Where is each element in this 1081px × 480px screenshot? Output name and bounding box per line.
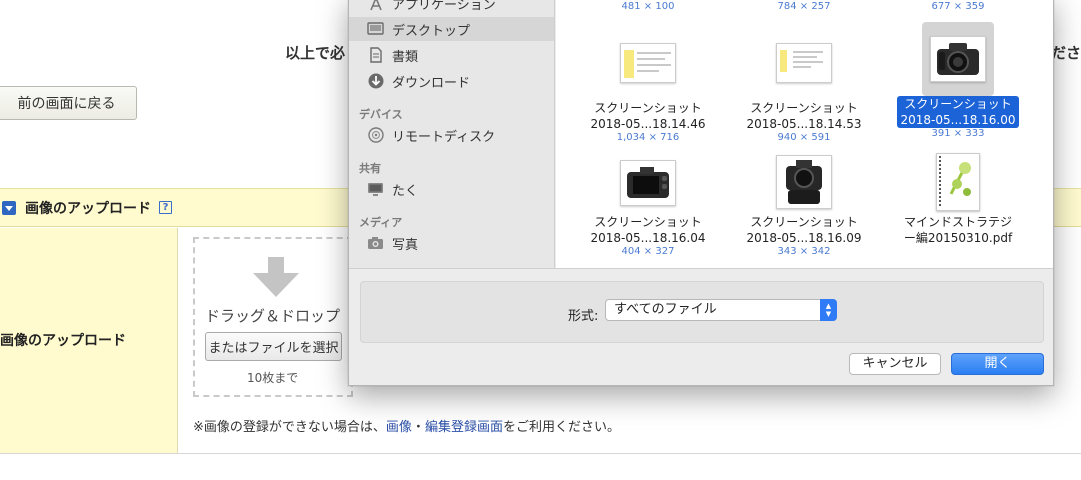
file-dimensions: 784 × 257 [777,1,831,12]
page-heading: 以上で必 [285,44,346,62]
page-heading-tail: ださ [1051,44,1081,62]
file-dimensions: 677 × 359 [931,1,985,12]
edit-register-link[interactable]: 編集登録画面 [425,420,503,435]
computer-icon [367,182,384,197]
dialog-footer: 形式: すべてのファイル ▲ ▼ キャンセル 開く [349,268,1053,385]
image-link[interactable]: 画像 [386,420,412,435]
sidebar-item-label: たく [392,183,419,199]
open-button[interactable]: 開く [951,353,1044,375]
sidebar-item-label: アプリケーション [392,0,496,13]
camera-photo-thumbnail-icon [930,36,986,82]
camera-photo-thumbnail-icon [620,160,676,206]
collapse-toggle-icon[interactable] [2,200,16,215]
file-item[interactable]: スクリーンショット 2018-05...18.14.46 1,034 × 716 [578,28,718,144]
sidebar-item-remote-disc[interactable]: リモートディスク [349,123,554,147]
note-prefix: ※画像の登録ができない場合は、 [193,420,386,435]
file-dimensions: 481 × 100 [621,1,675,12]
pdf-thumbnail-icon [936,153,980,211]
file-item-selected[interactable]: スクリーンショット 2018-05...18.16.00 391 × 333 [888,22,1028,140]
cancel-button[interactable]: キャンセル [849,353,941,375]
file-thumbnail [613,28,683,98]
file-thumbnail [613,154,683,212]
download-arrow-icon [253,257,299,297]
file-thumbnail [922,22,994,96]
file-dimensions: 391 × 333 [931,128,985,139]
remote-disc-icon [367,127,384,143]
limit-text: 10枚まで [247,371,299,385]
dialog-sidebar: アプリケーション デスクトップ 書類 ダウンロード デバイス リモートディスク [349,0,555,268]
sidebar-item-desktop[interactable]: デスクトップ [349,17,554,41]
document-thumbnail-icon [620,43,676,83]
sidebar-item-documents[interactable]: 書類 [349,43,554,67]
file-dimensions: 1,034 × 716 [616,132,680,143]
camera-photo-thumbnail-icon [776,155,832,209]
back-button[interactable]: 前の画面に戻る [0,86,137,120]
select-arrows-icon: ▲ ▼ [820,299,837,321]
file-name: マインドストラテジ ー編20150310.pdf [903,215,1013,245]
row-label: 画像のアップロード [0,333,126,349]
desktop-icon [367,22,384,37]
file-name: スクリーンショット 2018-05...18.16.00 [897,96,1019,128]
file-name: スクリーンショット 2018-05...18.14.53 [746,101,862,131]
sidebar-item-label: デスクトップ [392,23,471,39]
file-dimensions: 343 × 342 [777,246,831,257]
sidebar-item-label: 書類 [392,49,419,65]
sidebar-item-label: リモートディスク [392,129,496,145]
help-icon[interactable]: ? [159,201,172,214]
camera-icon [367,236,384,251]
divider [0,453,1081,454]
file-item[interactable]: マインドストラテジ ー編20150310.pdf [888,152,1028,246]
format-select[interactable]: すべてのファイル ▲ ▼ [605,299,837,321]
file-name: スクリーンショット 2018-05...18.14.46 [590,101,706,131]
file-open-dialog: アプリケーション デスクトップ 書類 ダウンロード デバイス リモートディスク [348,0,1054,386]
sidebar-header-devices: デバイス [359,108,403,121]
documents-icon [367,47,384,63]
file-grid: 481 × 100 784 × 257 677 × 359 スクリーンショット 2… [556,0,1053,268]
downloads-icon [367,73,384,89]
file-name: スクリーンショット 2018-05...18.16.04 [590,215,706,245]
file-thumbnail [769,152,839,212]
file-thumbnail [769,28,839,98]
drop-text: ドラッグ＆ドロップ [205,307,341,325]
format-select-value: すべてのファイル [614,302,717,317]
file-item[interactable]: スクリーンショット 2018-05...18.16.09 343 × 342 [734,152,874,258]
sidebar-item-applications[interactable]: アプリケーション [349,0,554,15]
file-thumbnail [923,152,993,212]
sidebar-item-label: 写真 [392,237,419,253]
file-item[interactable]: スクリーンショット 2018-05...18.14.53 940 × 591 [734,28,874,144]
sidebar-item-label: ダウンロード [392,75,471,91]
drop-zone[interactable]: ドラッグ＆ドロップ またはファイルを選択 10枚まで [193,237,353,397]
format-label: 形式: [568,309,599,324]
sidebar-header-media: メディア [359,216,403,229]
note: ※画像の登録ができない場合は、画像・編集登録画面をご利用ください。 [193,416,620,435]
applications-icon [367,0,384,11]
note-suffix: をご利用ください。 [502,420,620,435]
note-separator: ・ [411,420,425,435]
format-panel: 形式: すべてのファイル ▲ ▼ [360,281,1044,343]
file-dimensions: 940 × 591 [777,132,831,143]
sidebar-item-computer[interactable]: たく [349,177,554,201]
file-name: スクリーンショット 2018-05...18.16.09 [746,215,862,245]
sidebar-item-photos[interactable]: 写真 [349,231,554,255]
file-dimensions: 404 × 327 [621,246,675,257]
sidebar-item-downloads[interactable]: ダウンロード [349,69,554,93]
sidebar-header-shared: 共有 [359,162,381,175]
document-thumbnail-icon [776,43,832,83]
file-item[interactable]: スクリーンショット 2018-05...18.16.04 404 × 327 [578,154,718,258]
section-title: 画像のアップロード [25,200,151,217]
select-file-button[interactable]: またはファイルを選択 [205,332,342,361]
